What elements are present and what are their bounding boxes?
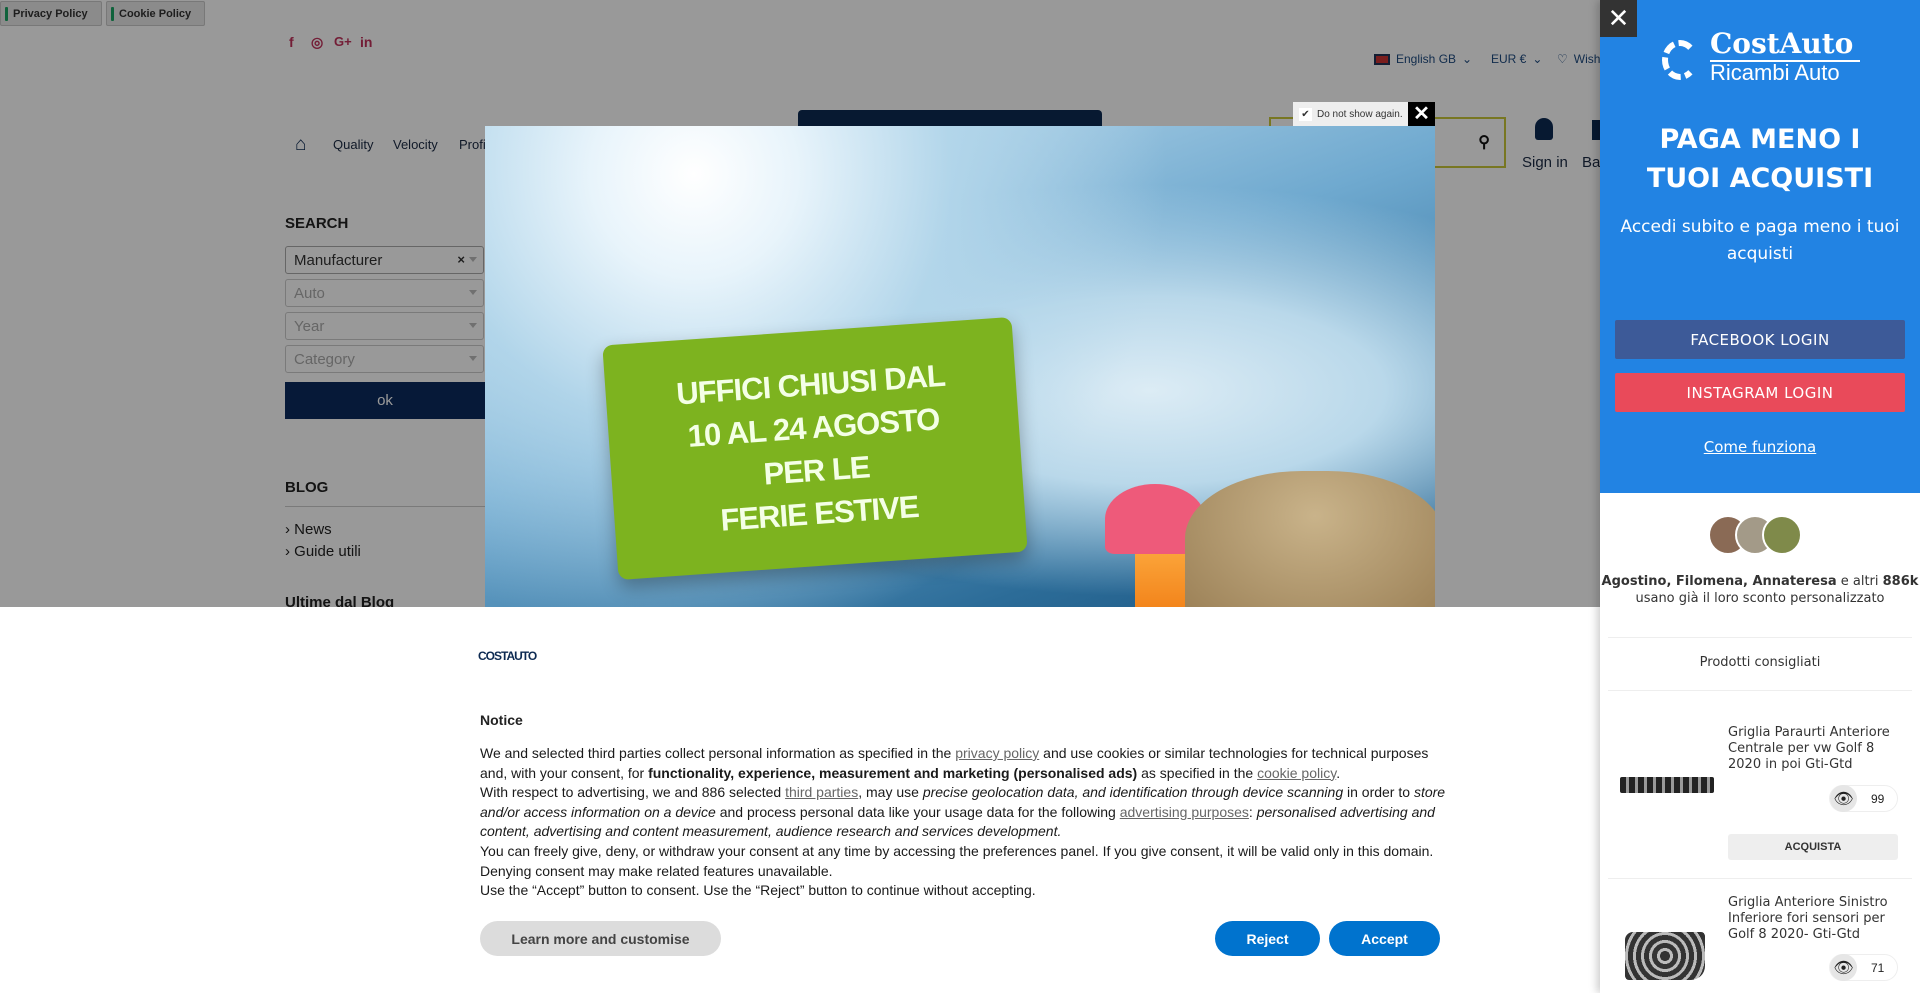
recommended-title: Prodotti consigliati: [1699, 655, 1821, 670]
cookie-policy-link[interactable]: cookie policy: [1257, 765, 1336, 781]
do-not-show-label: Do not show again.: [1317, 108, 1403, 120]
logo-text: CostAuto: [1710, 28, 1860, 62]
cookie-logo: COSTAUTO: [478, 649, 537, 663]
buy-button[interactable]: ACQUISTA: [1728, 834, 1898, 860]
eye-icon: 👁: [1830, 954, 1857, 981]
popup-close-icon[interactable]: ✕: [1408, 102, 1435, 126]
accept-button[interactable]: Accept: [1329, 921, 1440, 956]
cookie-paragraph: We and selected third parties collect pe…: [480, 745, 1429, 781]
reject-button[interactable]: Reject: [1215, 921, 1320, 956]
views-badge: 👁 71: [1829, 954, 1898, 981]
learn-more-button[interactable]: Learn more and customise: [480, 921, 721, 956]
panel-header: ✕ CostAuto Ricambi Auto PAGA MENO I TUOI…: [1600, 0, 1920, 493]
views-count: 71: [1871, 960, 1885, 975]
cookie-paragraph: With respect to advertising, we and 886 …: [480, 784, 1446, 840]
vacation-notice-image[interactable]: UFFICI CHIUSI DAL 10 AL 24 AGOSTO PER LE…: [485, 126, 1435, 607]
privacy-policy-link[interactable]: privacy policy: [955, 745, 1039, 761]
views-count: 99: [1871, 791, 1885, 806]
divider: [1608, 878, 1912, 879]
cookie-title: Notice: [480, 712, 523, 728]
social-proof-text: Agostino, Filomena, Annateresa e altri 8…: [1601, 574, 1919, 606]
closure-notice-card: UFFICI CHIUSI DAL 10 AL 24 AGOSTO PER LE…: [602, 316, 1028, 581]
third-parties-link[interactable]: third parties: [785, 784, 858, 800]
panel-close-icon[interactable]: ✕: [1600, 0, 1637, 37]
product-image[interactable]: [1620, 777, 1714, 793]
notice-line: PER LE: [762, 448, 871, 492]
panel-heading: PAGA MENO I TUOI ACQUISTI: [1646, 124, 1874, 194]
notice-line: FERIE ESTIVE: [719, 488, 920, 538]
instagram-login-button[interactable]: INSTAGRAM LOGIN: [1615, 373, 1905, 412]
views-badge: 👁 99: [1829, 785, 1898, 812]
cookie-text: We and selected third parties collect pe…: [480, 744, 1450, 901]
product-title[interactable]: Griglia Paraurti Anteriore Centrale per …: [1728, 725, 1908, 773]
straw-hat-icon: [1185, 471, 1435, 607]
divider: [1608, 637, 1912, 638]
facebook-login-button[interactable]: FACEBOOK LOGIN: [1615, 320, 1905, 359]
do-not-show-checkbox[interactable]: ✔ Do not show again.: [1293, 102, 1408, 126]
divider: [1608, 690, 1912, 691]
product-image[interactable]: [1625, 932, 1705, 980]
product-title[interactable]: Griglia Anteriore Sinistro Inferiore for…: [1728, 895, 1908, 943]
cookie-paragraph: Use the “Accept” button to consent. Use …: [480, 882, 1036, 899]
panel-subtitle: Accedi subito e paga meno i tuoi acquist…: [1620, 217, 1900, 264]
avatar: [1762, 515, 1802, 555]
logo-subtext: Ricambi Auto: [1710, 60, 1840, 85]
advertising-purposes-link[interactable]: advertising purposes: [1120, 804, 1249, 820]
gear-logo-icon: [1662, 40, 1698, 80]
checkmark-icon: ✔: [1299, 107, 1312, 121]
cookie-paragraph: You can freely give, deny, or withdraw y…: [480, 842, 1434, 879]
how-it-works-link[interactable]: Come funziona: [1600, 438, 1920, 456]
discount-side-panel: ✕ CostAuto Ricambi Auto PAGA MENO I TUOI…: [1600, 0, 1920, 993]
eye-icon: 👁: [1830, 785, 1857, 812]
